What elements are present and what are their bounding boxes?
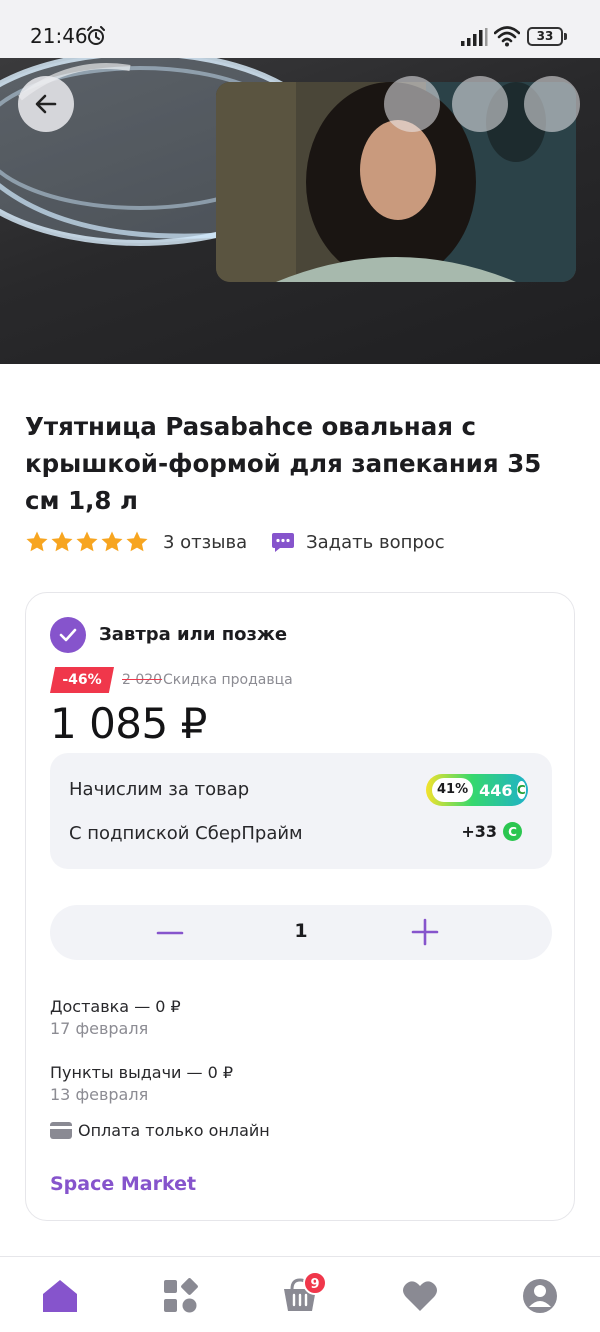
bonus-percent: 41% — [432, 778, 474, 802]
rating-row: 3 отзыва Задать вопрос — [25, 528, 445, 556]
catalog-icon[interactable] — [161, 1277, 199, 1315]
alarm-icon — [87, 26, 105, 45]
seller-link[interactable]: Space Market — [50, 1173, 196, 1195]
quantity-value: 1 — [294, 920, 308, 942]
payment-label: Оплата только онлайн — [78, 1121, 270, 1140]
ask-question-link[interactable]: Задать вопрос — [306, 532, 445, 553]
subscription-label: С подпиской СберПрайм — [69, 823, 303, 844]
hero-action-3[interactable] — [524, 76, 580, 132]
arrow-left-icon — [35, 94, 57, 114]
subscription-bonus: +33 С — [461, 822, 522, 841]
cart-button[interactable]: 9 — [281, 1271, 327, 1315]
check-icon — [50, 617, 86, 653]
price: 1 085 ₽ — [50, 699, 207, 748]
product-title: Утятница Pasabahce овальная с крышкой-фо… — [25, 412, 542, 515]
star-icon — [51, 531, 73, 552]
product-image[interactable] — [0, 58, 600, 364]
delivery-when: Завтра или позже — [99, 624, 288, 645]
plus-icon[interactable] — [411, 918, 439, 946]
bonus-label: Начислим за товар — [69, 779, 250, 800]
wifi-icon — [494, 26, 520, 47]
courier-delivery-title: Доставка — 0 ₽ — [50, 997, 181, 1016]
star-icon — [126, 531, 148, 552]
rating-stars[interactable] — [25, 530, 149, 554]
star-icon — [76, 531, 98, 552]
bonus-value: 446 — [479, 780, 513, 800]
old-price: 2 020 — [122, 672, 163, 688]
pickup-date: 13 февраля — [50, 1085, 149, 1104]
hero-action-1[interactable] — [384, 76, 440, 132]
star-icon — [101, 531, 123, 552]
sber-coin-icon: С — [503, 822, 522, 841]
favorites-icon[interactable] — [401, 1277, 439, 1315]
star-icon — [26, 531, 48, 552]
back-button[interactable] — [18, 76, 74, 132]
discount-badge: -46% — [50, 667, 114, 693]
bottom-nav: 9 — [0, 1256, 600, 1332]
battery-icon: 33 — [527, 27, 567, 46]
offer-card: Завтра или позже -46% 2 020 Скидка прода… — [25, 592, 575, 1221]
seller-discount-label: Скидка продавца — [163, 672, 293, 688]
courier-delivery-date: 17 февраля — [50, 1019, 149, 1038]
status-bar: 21:46 33 — [0, 0, 600, 58]
payment-info: Оплата только онлайн — [50, 1121, 270, 1140]
sber-coin-icon: С — [516, 781, 526, 799]
minus-icon[interactable] — [156, 919, 184, 947]
bonus-box[interactable]: Начислим за товар 41% 446 С С подпиской … — [50, 753, 552, 869]
battery-tip — [564, 33, 567, 40]
home-icon[interactable] — [41, 1277, 79, 1315]
profile-icon[interactable] — [521, 1277, 559, 1315]
pickup-title: Пункты выдачи — 0 ₽ — [50, 1063, 234, 1082]
bonus-pill: 41% 446 С — [426, 774, 528, 806]
status-time: 21:46 — [30, 24, 88, 48]
reviews-link[interactable]: 3 отзыва — [163, 532, 247, 553]
quantity-stepper: 1 — [50, 905, 552, 960]
battery-level: 33 — [527, 27, 563, 46]
signal-icon — [461, 28, 488, 46]
chat-icon[interactable] — [271, 530, 295, 554]
subscription-value: +33 — [461, 822, 497, 841]
hero-action-2[interactable] — [452, 76, 508, 132]
credit-card-icon — [50, 1122, 72, 1139]
cart-badge: 9 — [303, 1271, 327, 1295]
